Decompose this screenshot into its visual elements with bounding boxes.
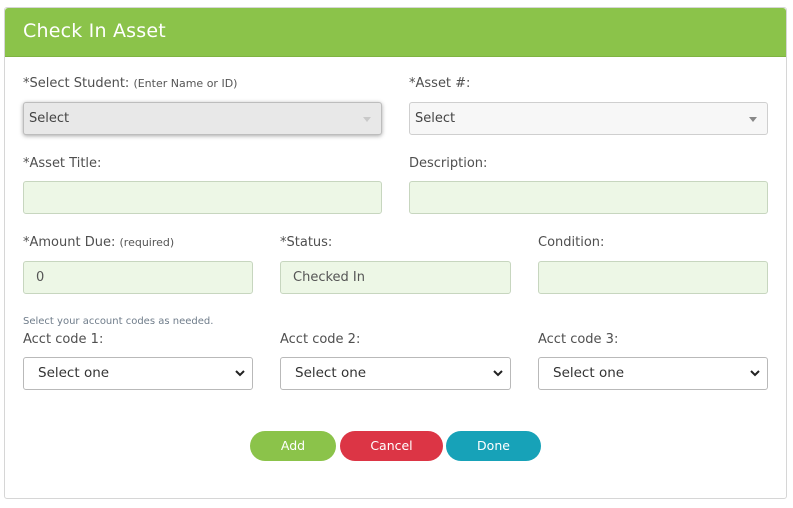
asset-number-label: *Asset #: bbox=[409, 76, 471, 91]
amount-due-label-hint: (required) bbox=[119, 236, 175, 249]
description-input[interactable] bbox=[409, 181, 768, 214]
acct-code-1-value: Select one bbox=[38, 365, 110, 381]
caret-down-icon bbox=[363, 117, 371, 122]
done-button[interactable]: Done bbox=[446, 431, 541, 461]
student-select[interactable]: Select bbox=[23, 102, 382, 135]
cancel-button[interactable]: Cancel bbox=[340, 431, 443, 461]
acct-code-3-label: Acct code 3: bbox=[538, 332, 619, 347]
acct-code-3-value: Select one bbox=[553, 365, 625, 381]
condition-input[interactable] bbox=[538, 261, 768, 294]
chevron-down-icon bbox=[235, 370, 245, 377]
student-label-text: *Select Student: bbox=[23, 76, 130, 91]
student-label: *Select Student: (Enter Name or ID) bbox=[23, 76, 237, 91]
acct-codes-hint: Select your account codes as needed. bbox=[23, 316, 214, 327]
acct-code-3-select[interactable]: Select one bbox=[538, 357, 768, 390]
status-input[interactable]: Checked In bbox=[280, 261, 511, 294]
asset-number-select[interactable]: Select bbox=[409, 102, 768, 135]
acct-code-2-value: Select one bbox=[295, 365, 367, 381]
asset-title-label: *Asset Title: bbox=[23, 156, 102, 171]
acct-code-2-label: Acct code 2: bbox=[280, 332, 361, 347]
add-button[interactable]: Add bbox=[250, 431, 336, 461]
asset-number-select-value: Select bbox=[415, 111, 456, 126]
panel-title: Check In Asset bbox=[23, 20, 166, 42]
status-label: *Status: bbox=[280, 235, 333, 250]
amount-due-label-text: *Amount Due: bbox=[23, 235, 116, 250]
caret-down-icon bbox=[749, 117, 757, 122]
acct-code-1-select[interactable]: Select one bbox=[23, 357, 253, 390]
student-select-value: Select bbox=[29, 111, 70, 126]
amount-due-label: *Amount Due: (required) bbox=[23, 235, 174, 250]
amount-due-input[interactable]: 0 bbox=[23, 261, 253, 294]
panel-header: Check In Asset bbox=[5, 8, 786, 57]
acct-code-1-label: Acct code 1: bbox=[23, 332, 104, 347]
description-label: Description: bbox=[409, 156, 488, 171]
chevron-down-icon bbox=[750, 370, 760, 377]
condition-label: Condition: bbox=[538, 235, 605, 250]
chevron-down-icon bbox=[493, 370, 503, 377]
student-label-hint: (Enter Name or ID) bbox=[133, 77, 238, 90]
acct-code-2-select[interactable]: Select one bbox=[280, 357, 511, 390]
asset-title-input[interactable] bbox=[23, 181, 382, 214]
